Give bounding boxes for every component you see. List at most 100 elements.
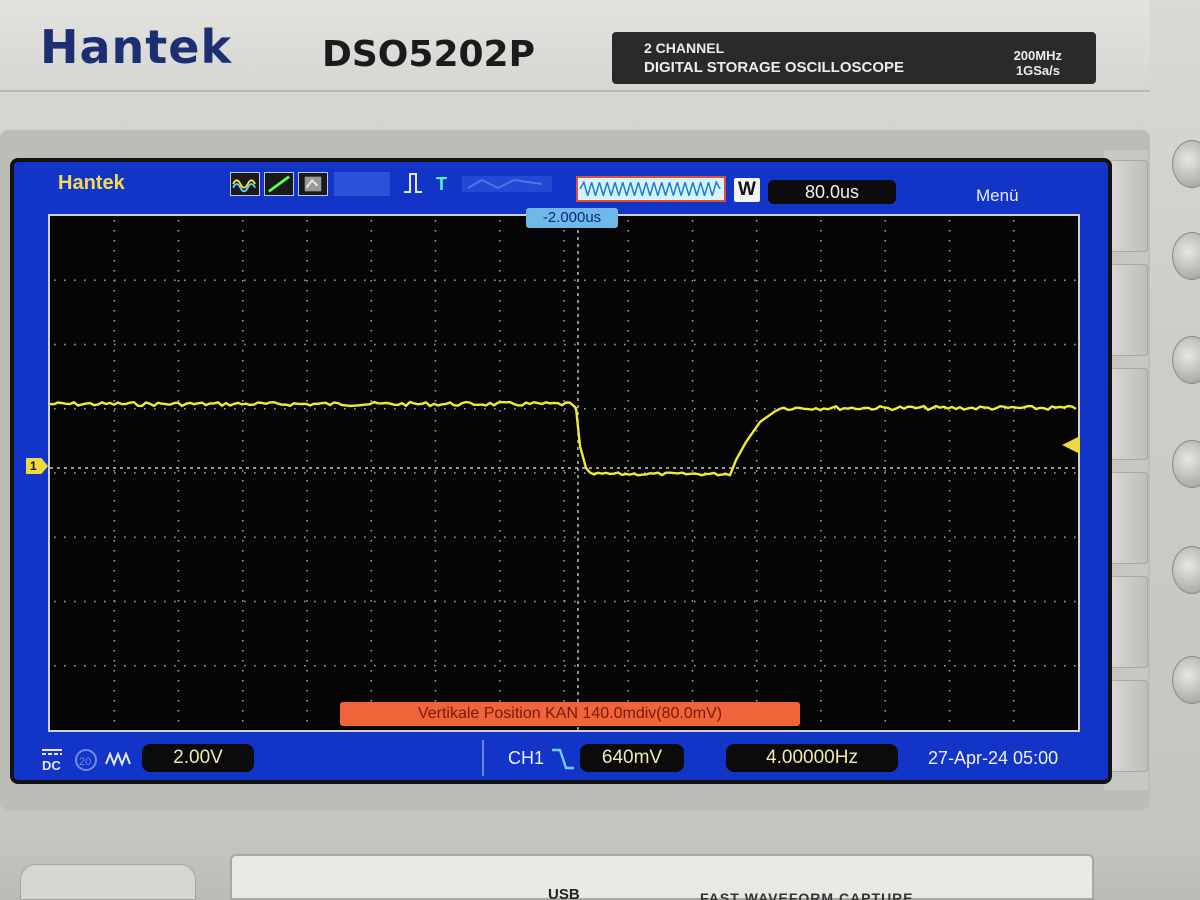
grid-dot [774,343,776,346]
grid-dot [234,536,236,539]
grid-dot [814,343,816,346]
grid-dot [214,536,216,539]
grid-dot [434,470,437,472]
grid-dot [164,407,166,410]
grid-dot [624,600,626,603]
grid-dot [627,410,630,412]
menu-button-6[interactable] [1110,680,1148,772]
grid-dot [498,300,501,302]
grid-dot [113,590,116,592]
menu-button-5[interactable] [1110,576,1148,668]
memory-overview-strip[interactable] [576,176,726,202]
grid-dot [434,230,437,232]
grid-dot [498,660,501,662]
grid-dot [370,470,373,472]
grid-dot [306,580,308,582]
grid-dot [306,550,308,552]
menu-label[interactable]: Menü [976,186,1019,206]
grid-dot [627,520,630,522]
grid-dot [1012,510,1015,512]
grid-dot [804,536,806,539]
grid-dot [755,230,758,232]
grid-dot [554,536,556,539]
grid-dot [755,520,758,522]
menu-button-3[interactable] [1110,368,1148,460]
grid-dot [691,220,694,222]
grid-dot [306,670,308,672]
grid-dot [994,536,996,539]
grid-dot [948,410,951,412]
power-button-housing[interactable] [20,864,196,900]
grid-dot [820,430,822,432]
grid-dot [691,290,694,292]
grid-dot [264,536,266,539]
grid-dot [306,480,308,482]
grid-dot [434,690,437,692]
grid-dot [334,600,336,603]
grid-dot [1064,279,1066,282]
grid-dot [94,279,96,282]
grid-dot [534,536,536,539]
grid-dot [948,230,951,232]
grid-dot [884,290,887,292]
grid-dot [434,660,437,662]
grid-dot [691,280,694,282]
grid-dot [294,279,296,282]
grid-dot [498,610,501,612]
grid-dot [434,570,437,572]
grid-dot [254,279,256,282]
grid-dot [224,664,226,667]
grid-dot [434,407,436,410]
grid-dot [948,560,951,562]
grid-dot [284,664,286,667]
grid-dot [64,664,66,667]
grid-dot [504,664,506,667]
grid-dot [370,600,373,602]
grid-dot [370,530,373,532]
grid-dot [284,536,286,539]
grid-dot [627,260,630,262]
grid-dot [113,550,116,552]
grid-dot [644,536,646,539]
grid-dot [274,536,276,539]
grid-dot [124,343,126,346]
grid-dot [564,407,566,410]
menu-button-1[interactable] [1110,160,1148,252]
grid-dot [784,343,786,346]
grid-dot [113,580,116,582]
grid-dot [574,664,576,667]
grid-dot [948,280,951,282]
grid-dot [820,350,822,352]
grid-dot [154,536,156,539]
grid-dot [574,279,576,282]
grid-dot [627,560,630,562]
grid-dot [563,460,565,462]
grid-dot [948,370,951,372]
grid-dot [534,279,536,282]
grid-dot [820,560,822,562]
grid-dot [306,530,308,532]
grid-dot [306,450,308,452]
grid-dot [948,490,951,492]
grid-dot [627,380,630,382]
grid-dot [244,407,246,410]
menu-button-2[interactable] [1110,264,1148,356]
grid-dot [498,570,501,572]
grid-dot [694,600,696,603]
grid-dot [334,664,336,667]
grid-dot [820,540,822,542]
grid-dot [498,680,501,682]
grid-dot [241,430,244,432]
grid-dot [404,407,406,410]
grid-dot [564,536,566,539]
menu-button-4[interactable] [1110,472,1148,564]
grid-dot [370,500,373,502]
grid-dot [434,260,437,262]
grid-dot [306,560,308,562]
grid-dot [284,279,286,282]
grid-dot [704,600,706,603]
grid-dot [434,510,437,512]
grid-dot [691,580,694,582]
grid-dot [563,380,565,382]
grid-dot [755,430,758,432]
